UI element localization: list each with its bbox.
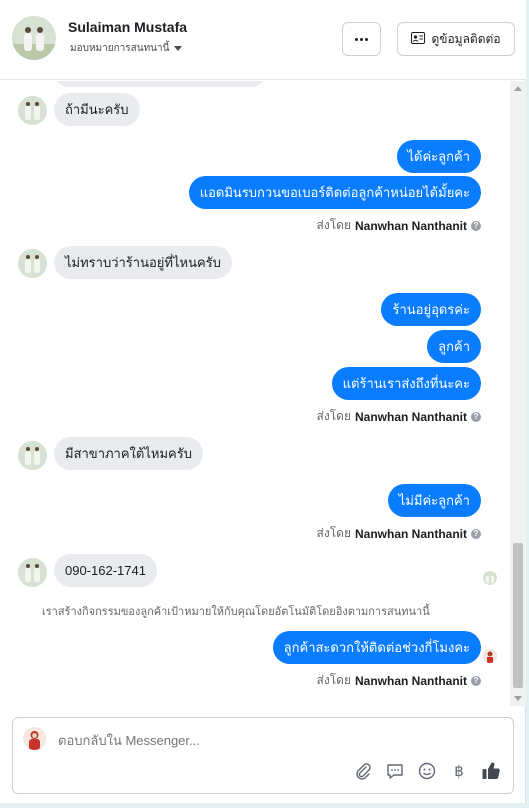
agent-avatar xyxy=(23,727,46,750)
view-contact-button[interactable]: ดูข้อมูลติดต่อ xyxy=(397,22,515,56)
dot-icon xyxy=(365,37,368,41)
sent-by-label: ส่งโดย Nanwhan Nanthanit ? xyxy=(317,407,481,426)
seen-avatar-icon xyxy=(483,571,497,585)
sent-by-label: ส่งโดย Nanwhan Nanthanit ? xyxy=(317,524,481,543)
dot-icon xyxy=(360,37,363,41)
thumbs-up-icon[interactable] xyxy=(481,761,501,781)
assign-label: มอบหมายการสนทนานี้ xyxy=(70,43,170,54)
message-bubble-outgoing: ลูกค้าสะดวกให้ติดต่อช่วงกี่โมงคะ xyxy=(272,631,481,664)
svg-text:฿: ฿ xyxy=(454,762,464,780)
sent-by-prefix: ส่งโดย xyxy=(316,526,351,540)
help-icon[interactable]: ? xyxy=(471,411,481,422)
help-icon[interactable]: ? xyxy=(471,220,481,231)
message-bubble-outgoing: ไม่มีค่ะลูกค้า xyxy=(387,484,481,517)
baht-icon[interactable]: ฿ xyxy=(449,761,469,781)
chat-bubble-icon[interactable] xyxy=(385,761,405,781)
message-bubble-outgoing: ลูกค้า xyxy=(427,330,481,363)
message-bubble-incoming xyxy=(54,81,266,87)
agent-seen-avatar-icon xyxy=(483,649,497,663)
message-bubble-incoming: 090-162-1741 xyxy=(54,554,157,587)
contact-avatar-small xyxy=(18,249,47,278)
message-bubble-outgoing: แอดมินรบกวนขอเบอร์ติดต่อลูกค้าหน่อยได้มั… xyxy=(188,176,481,209)
message-bubble-outgoing: ร้านอยู่อุดรค่ะ xyxy=(381,293,481,326)
message-bubble-outgoing: ได้ค่ะลูกค้า xyxy=(396,140,481,173)
sent-by-prefix: ส่งโดย xyxy=(316,673,351,687)
help-icon[interactable]: ? xyxy=(471,675,481,686)
scroll-down-arrow-icon[interactable] xyxy=(514,696,522,701)
scroll-up-arrow-icon[interactable] xyxy=(514,86,522,91)
message-thread[interactable]: ถ้ามีนะครับ ได้ค่ะลูกค้า แอดมินรบกวนขอเบ… xyxy=(0,81,510,706)
sent-by-agent: Nanwhan Nanthanit xyxy=(354,526,467,541)
paperclip-icon[interactable] xyxy=(353,761,373,781)
smiley-icon[interactable] xyxy=(417,761,437,781)
conversation-header: Sulaiman Mustafa มอบหมายการสนทนานี้ ดูข้… xyxy=(0,0,526,80)
thread-scrollbar[interactable] xyxy=(510,81,526,706)
more-options-button[interactable] xyxy=(342,22,381,56)
help-icon[interactable]: ? xyxy=(471,528,481,539)
dot-icon xyxy=(355,37,358,41)
sent-by-agent: Nanwhan Nanthanit xyxy=(354,673,467,688)
assign-conversation-dropdown[interactable]: มอบหมายการสนทนานี้ xyxy=(70,41,183,56)
contact-avatar[interactable] xyxy=(12,16,56,60)
caret-down-icon xyxy=(174,46,183,51)
conversation-panel: Sulaiman Mustafa มอบหมายการสนทนานี้ ดูข้… xyxy=(0,0,526,803)
contact-card-icon xyxy=(411,31,426,47)
sent-by-prefix: ส่งโดย xyxy=(316,409,351,423)
sent-by-label: ส่งโดย Nanwhan Nanthanit ? xyxy=(317,216,481,235)
reply-input[interactable] xyxy=(58,733,358,748)
contact-avatar-small xyxy=(18,96,47,125)
message-bubble-incoming: มีสาขาภาคใต้ไหมครับ xyxy=(54,437,203,470)
sent-by-agent: Nanwhan Nanthanit xyxy=(354,218,467,233)
sent-by-prefix: ส่งโดย xyxy=(316,218,351,232)
scrollbar-thumb[interactable] xyxy=(513,543,523,688)
contact-avatar-small xyxy=(18,441,47,470)
composer-toolbar: ฿ xyxy=(353,761,501,781)
message-bubble-outgoing: แต่ร้านเราส่งถึงที่นะคะ xyxy=(331,367,481,400)
system-notice: เราสร้างกิจกรรมของลูกค้าเป้าหมายให้กับคุ… xyxy=(42,606,430,618)
message-bubble-incoming: ถ้ามีนะครับ xyxy=(54,93,140,126)
view-contact-label: ดูข้อมูลติดต่อ xyxy=(431,31,501,46)
contact-name: Sulaiman Mustafa xyxy=(68,19,188,35)
sent-by-agent: Nanwhan Nanthanit xyxy=(354,409,467,424)
message-bubble-incoming: ไม่ทราบว่าร้านอยู่ที่ไหนครับ xyxy=(54,246,232,279)
reply-composer: ฿ xyxy=(12,717,514,794)
sent-by-label: ส่งโดย Nanwhan Nanthanit ? xyxy=(317,671,481,690)
contact-avatar-small xyxy=(18,558,47,587)
